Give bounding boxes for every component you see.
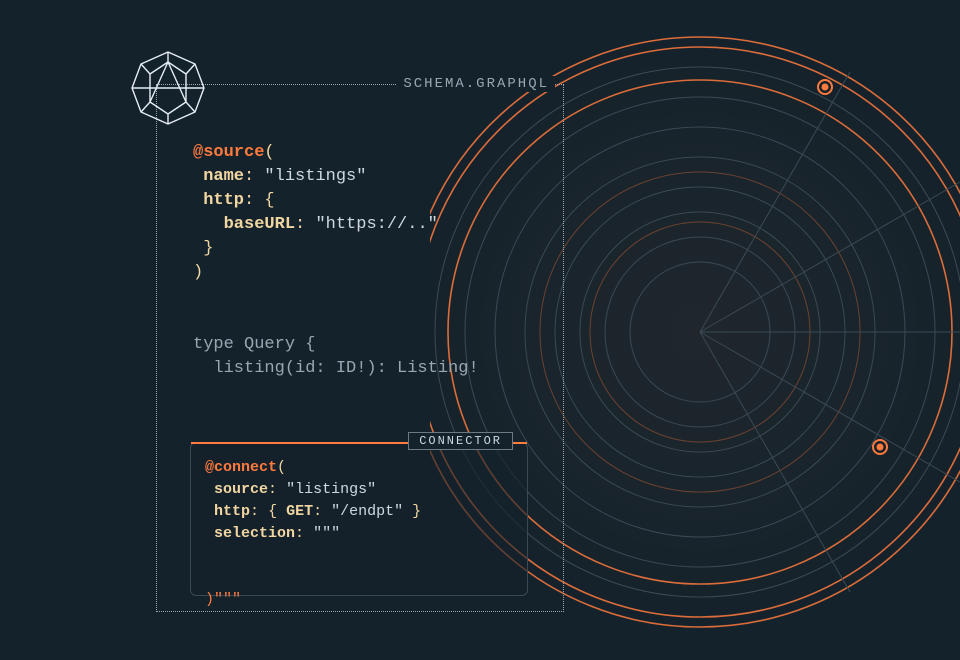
source-directive: @source [193, 143, 264, 162]
connect-code-block: @connect( source: "listings" http: { GET… [205, 457, 513, 611]
source-code-block: @source( name: "listings" http: { baseUR… [193, 141, 539, 381]
query-line2: listing(id: ID!): Listing! [193, 359, 479, 378]
connector-badge: CONNECTOR [408, 432, 513, 450]
panel-title: SCHEMA.GRAPHQL [397, 76, 555, 92]
connect-directive: @connect [205, 459, 277, 476]
query-line1: type Query { [193, 335, 315, 354]
polyhedron-icon [128, 48, 208, 128]
connector-card: CONNECTOR @connect( source: "listings" h… [190, 442, 528, 596]
